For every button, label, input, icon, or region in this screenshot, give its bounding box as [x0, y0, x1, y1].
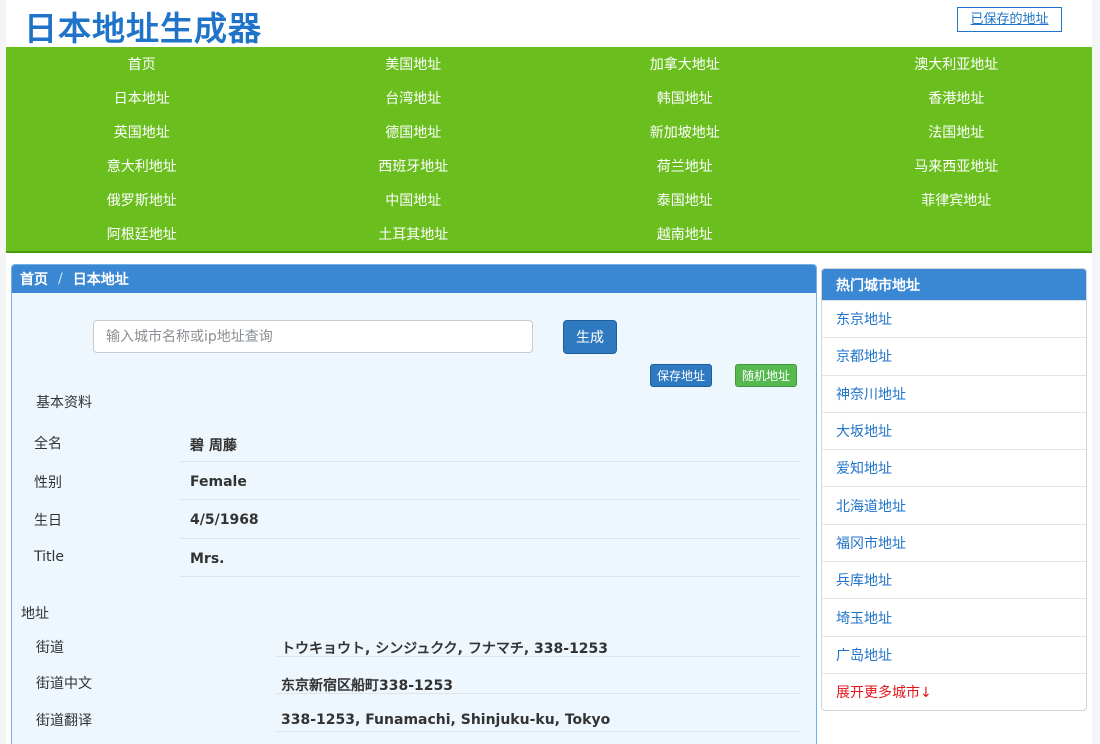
street-chinese-label: 街道中文 — [36, 676, 92, 692]
gender-label: 性别 — [34, 475, 62, 491]
show-more-cities-link[interactable]: 展开更多城市↓ — [822, 672, 1086, 710]
nav-item-argentina[interactable]: 阿根廷地址 — [6, 217, 278, 251]
nav-item-hongkong[interactable]: 香港地址 — [821, 81, 1093, 115]
nav-item-russia[interactable]: 俄罗斯地址 — [6, 183, 278, 217]
nav-item-canada[interactable]: 加拿大地址 — [549, 47, 821, 81]
breadcrumb: 首页 / 日本地址 — [12, 265, 816, 293]
city-link-hokkaido[interactable]: 北海道地址 — [822, 486, 1086, 523]
nav-item-japan[interactable]: 日本地址 — [6, 81, 278, 115]
address-section-title: 地址 — [21, 606, 49, 622]
street-value: トウキョウト, シンジュクク, フナマチ, 338-1253 — [281, 641, 609, 657]
fullname-label: 全名 — [34, 436, 62, 452]
basic-info-title: 基本资料 — [36, 395, 92, 411]
city-link-kyoto[interactable]: 京都地址 — [822, 337, 1086, 374]
nav-item-australia[interactable]: 澳大利亚地址 — [821, 47, 1093, 81]
city-link-kanagawa[interactable]: 神奈川地址 — [822, 374, 1086, 412]
nav-item-france[interactable]: 法国地址 — [821, 115, 1093, 149]
page: 日本地址生成器 已保存的地址 首页 美国地址 加拿大地址 澳大利亚地址 日本地址… — [6, 0, 1092, 744]
row-divider — [180, 576, 800, 577]
nav-item-thailand[interactable]: 泰国地址 — [549, 183, 821, 217]
save-address-button[interactable]: 保存地址 — [650, 364, 712, 387]
fullname-value: 碧 周藤 — [190, 438, 237, 454]
city-search-input[interactable] — [93, 320, 533, 353]
nav-item-spain[interactable]: 西班牙地址 — [278, 149, 550, 183]
nav-item-philippines[interactable]: 菲律宾地址 — [821, 183, 1093, 217]
row-divider — [180, 499, 800, 500]
nav-item-germany[interactable]: 德国地址 — [278, 115, 550, 149]
street-translation-label: 街道翻译 — [36, 713, 92, 729]
street-translation-value: 338-1253, Funamachi, Shinjuku-ku, Tokyo — [281, 712, 611, 728]
nav-item-taiwan[interactable]: 台湾地址 — [278, 81, 550, 115]
city-link-fukuoka[interactable]: 福冈市地址 — [822, 523, 1086, 561]
popular-cities-panel: 热门城市地址 东京地址 京都地址 神奈川地址 大坂地址 爱知地址 北海道地址 福… — [821, 268, 1087, 711]
nav-item-turkey[interactable]: 土耳其地址 — [278, 217, 550, 251]
nav-item-netherlands[interactable]: 荷兰地址 — [549, 149, 821, 183]
row-divider — [276, 731, 800, 732]
city-link-hiroshima[interactable]: 广岛地址 — [822, 635, 1086, 673]
nav-item-uk[interactable]: 英国地址 — [6, 115, 278, 149]
street-chinese-value: 东京新宿区船町338-1253 — [281, 678, 453, 694]
city-link-tokyo[interactable]: 东京地址 — [822, 300, 1086, 337]
nav-item-malaysia[interactable]: 马来西亚地址 — [821, 149, 1093, 183]
breadcrumb-home[interactable]: 首页 — [20, 269, 48, 289]
nav-item-singapore[interactable]: 新加坡地址 — [549, 115, 821, 149]
random-address-button[interactable]: 随机地址 — [735, 364, 797, 387]
country-nav: 首页 美国地址 加拿大地址 澳大利亚地址 日本地址 台湾地址 韩国地址 香港地址… — [6, 47, 1092, 251]
generator-panel: 首页 / 日本地址 生成 保存地址 随机地址 基本资料 全名 碧 周藤 性别 F… — [11, 264, 817, 744]
nav-item-korea[interactable]: 韩国地址 — [549, 81, 821, 115]
nav-item-china[interactable]: 中国地址 — [278, 183, 550, 217]
saved-addresses-button[interactable]: 已保存的地址 — [957, 7, 1062, 32]
site-title: 日本地址生成器 — [24, 9, 262, 48]
row-divider — [276, 656, 800, 657]
row-divider — [180, 538, 800, 539]
title-label: Title — [34, 549, 65, 565]
nav-item-us[interactable]: 美国地址 — [278, 47, 550, 81]
city-link-saitama[interactable]: 埼玉地址 — [822, 598, 1086, 635]
row-divider — [276, 693, 800, 694]
city-link-osaka[interactable]: 大坂地址 — [822, 411, 1086, 449]
site-header: 日本地址生成器 已保存的地址 — [6, 0, 1092, 48]
nav-item-vietnam[interactable]: 越南地址 — [549, 217, 821, 251]
birthday-value: 4/5/1968 — [190, 512, 259, 528]
nav-item-italy[interactable]: 意大利地址 — [6, 149, 278, 183]
breadcrumb-current: 日本地址 — [72, 272, 129, 288]
breadcrumb-separator: / — [58, 271, 63, 287]
nav-divider — [6, 251, 1092, 253]
gender-value: Female — [190, 474, 247, 490]
popular-cities-title: 热门城市地址 — [822, 269, 1086, 300]
nav-item-home[interactable]: 首页 — [6, 47, 278, 81]
birthday-label: 生日 — [34, 513, 62, 529]
city-link-hyogo[interactable]: 兵库地址 — [822, 561, 1086, 598]
title-value: Mrs. — [190, 551, 225, 567]
city-link-aichi[interactable]: 爱知地址 — [822, 449, 1086, 486]
row-divider — [180, 461, 800, 462]
generate-button[interactable]: 生成 — [563, 320, 617, 354]
street-label: 街道 — [36, 640, 64, 656]
